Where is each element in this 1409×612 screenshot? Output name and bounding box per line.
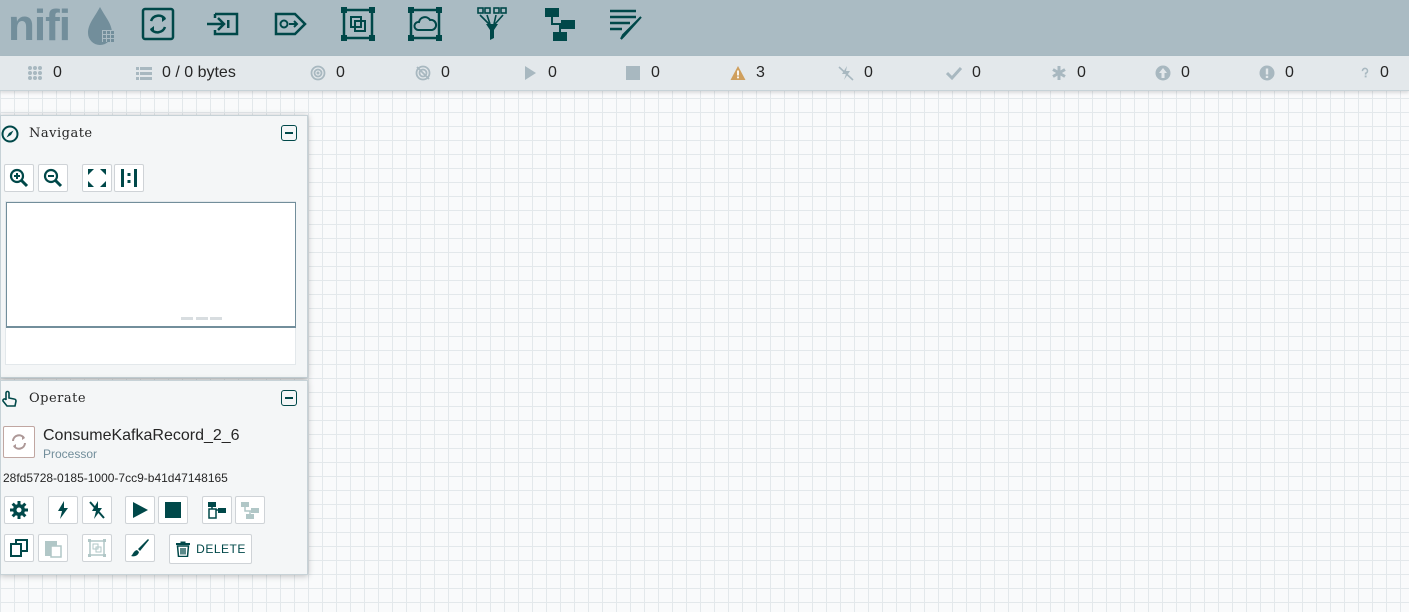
add-input-port-button[interactable] [203,4,243,44]
component-name: ConsumeKafkaRecord_2_6 [43,427,240,444]
nifi-logo: nifi [8,4,114,48]
zoom-out-icon [43,168,63,188]
input-port-icon [207,12,239,36]
status-unknown: 0 [1360,56,1389,90]
navigate-panel: Navigate [0,115,308,378]
add-remote-process-group-button[interactable] [405,4,445,44]
configure-button[interactable] [4,496,34,524]
flow-status-bar: 0 0 / 0 bytes 0 0 0 0 3 0 0 0 0 0 0 [0,56,1409,91]
status-transmitting: 0 [310,56,345,90]
start-button[interactable] [125,496,155,524]
zoom-in-button[interactable] [4,164,34,192]
status-queued: 0 / 0 bytes [136,56,236,90]
status-disabled: 0 [838,56,873,90]
transmitting-icon [310,65,326,81]
process-group-icon [341,7,375,41]
upload-template-button[interactable] [235,496,265,524]
play-icon [525,66,536,80]
stop-button[interactable] [158,496,188,524]
gear-icon [10,501,28,519]
add-process-group-button[interactable] [338,4,378,44]
birdseye-component-marker [210,317,222,320]
operate-panel: Operate ConsumeKafkaRecord_2_6 Processor… [0,380,308,575]
disabled-icon [838,66,854,81]
queue-list-icon [136,67,152,80]
actual-size-button[interactable] [114,164,144,192]
processor-icon [12,434,26,450]
add-processor-button[interactable] [138,4,178,44]
upload-template-icon [241,502,259,519]
output-port-icon [274,12,307,36]
status-up-to-date: 0 [946,56,981,90]
component-id: 28fd5728-0185-1000-7cc9-b41d47148165 [3,471,228,485]
warning-icon [730,66,746,80]
add-output-port-button[interactable] [271,4,311,44]
stop-icon [626,66,640,80]
navigate-panel-title: Navigate [29,126,93,141]
copy-button[interactable] [4,534,34,562]
disable-lightning-icon [89,501,105,519]
template-icon [545,8,575,41]
status-not-transmitting: 0 [415,56,450,90]
disable-button[interactable] [82,496,112,524]
group-icon [88,539,106,557]
create-template-button[interactable] [202,496,232,524]
change-color-button[interactable] [125,534,155,562]
navigate-panel-header: Navigate [1,116,307,152]
birdseye-component-marker [196,317,208,320]
fit-screen-button[interactable] [82,164,112,192]
status-sync-failure: 0 [1259,56,1294,90]
add-funnel-button[interactable] [472,4,512,44]
question-icon [1361,67,1369,78]
enable-button[interactable] [48,496,78,524]
nifi-drop-logo-icon [88,7,114,45]
delete-button[interactable]: DELETE [169,534,252,564]
status-stale: 0 [1155,56,1190,90]
paste-icon [45,541,62,558]
trash-icon [176,541,191,557]
operate-panel-header: Operate [1,381,307,417]
fit-screen-icon [88,169,106,187]
birdseye-component-marker [181,317,193,320]
not-transmitting-icon [415,65,431,81]
exclamation-circle-icon [1259,65,1275,81]
status-locally-modified: 0 [1051,56,1086,90]
selected-component-icon [3,426,35,458]
zoom-in-icon [9,168,29,188]
arrow-circle-up-icon [1155,65,1171,81]
processor-icon [141,7,175,41]
active-threads-icon [28,66,42,80]
compass-icon [1,125,19,143]
copy-icon [10,539,28,557]
actual-size-icon [121,169,137,187]
zoom-out-button[interactable] [38,164,68,192]
status-active-threads: 0 [27,56,62,90]
paste-button[interactable] [38,534,68,562]
group-button[interactable] [82,534,112,562]
check-icon [946,66,962,81]
operate-collapse-button[interactable] [281,390,297,406]
create-template-icon [208,502,226,519]
operate-panel-title: Operate [29,391,87,406]
stop-icon [165,502,181,518]
asterisk-icon [1052,66,1066,80]
paint-brush-icon [131,539,149,557]
birdseye-view[interactable] [5,201,296,365]
add-label-button[interactable] [606,4,646,44]
delete-label: DELETE [196,542,246,556]
funnel-icon [477,7,507,40]
hand-pointer-icon [2,390,17,407]
label-icon [610,9,642,40]
remote-process-group-icon [408,7,442,41]
status-running: 0 [522,56,557,90]
birdseye-viewport[interactable] [6,202,296,328]
status-invalid: 3 [730,56,765,90]
navigate-collapse-button[interactable] [281,125,297,141]
header-toolbar: nifi [0,0,1409,56]
play-icon [133,502,148,518]
lightning-icon [58,501,68,519]
component-type: Processor [43,447,98,461]
status-stopped: 0 [625,56,660,90]
add-template-button[interactable] [540,4,580,44]
